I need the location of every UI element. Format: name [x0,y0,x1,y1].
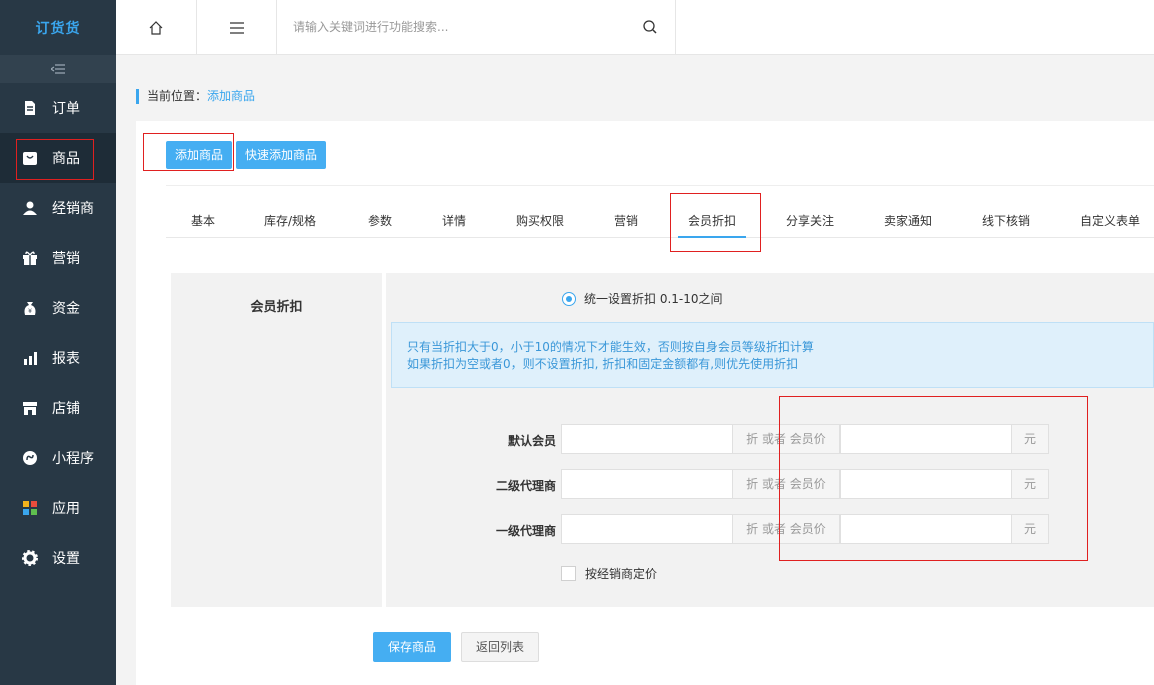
sidebar-item-funds[interactable]: ¥ 资金 [0,283,116,333]
member-price-input[interactable] [840,424,1012,454]
sidebar-item-label: 设置 [52,551,80,567]
dealer-pricing-checkbox[interactable]: 按经销商定价 [561,565,657,582]
sidebar-item-label: 小程序 [52,451,94,467]
breadcrumb-prefix: 当前位置： [147,89,208,103]
sidebar-item-apps[interactable]: 应用 [0,483,116,533]
sidebar-item-label: 店铺 [52,401,80,417]
bar-chart-icon [22,350,38,366]
member-price-input[interactable] [840,469,1012,499]
search-input[interactable] [293,16,633,38]
search-icon[interactable] [643,20,657,37]
checkbox-label: 按经销商定价 [585,567,658,581]
quick-add-goods-button[interactable]: 快速添加商品 [236,141,327,169]
form-label-column: 会员折扣 [171,273,382,607]
sidebar-item-marketing[interactable]: 营销 [0,233,116,283]
discount-or-price-addon: 折 或者 会员价 [733,514,840,544]
save-goods-button[interactable]: 保存商品 [373,632,452,662]
goods-icon [22,150,38,166]
app-logo[interactable]: 订货货 [0,0,116,55]
radio-checked-icon [562,291,576,306]
checkbox-icon [561,566,576,581]
tab-seller-notice[interactable]: 卖家通知 [884,212,932,229]
form-body: 统一设置折扣 0.1-10之间 只有当折扣大于0，小于10的情况下才能生效，否则… [386,273,1154,607]
sidebar-item-label: 经销商 [52,201,94,217]
store-icon [22,400,38,416]
tab-member-discount[interactable]: 会员折扣 [688,212,736,229]
tab-share[interactable]: 分享关注 [786,212,834,229]
unit-addon: 元 [1012,424,1049,454]
user-icon [22,200,38,216]
sidebar-item-reports[interactable]: 报表 [0,333,116,383]
unit-addon: 元 [1012,469,1049,499]
notice-line-2: 如果折扣为空或者0，则不设置折扣, 折扣和固定金额都有,则优先使用折扣 [407,357,799,371]
active-tab-underline [678,236,746,238]
row-label: 默认会员 [507,434,556,448]
sidebar-item-label: 报表 [52,351,80,367]
sidebar-item-label: 应用 [52,501,80,517]
sidebar-item-dealers[interactable]: 经销商 [0,183,116,233]
sidebar-item-label: 订单 [52,101,80,117]
gift-icon [22,250,38,266]
breadcrumb-current[interactable]: 添加商品 [207,89,255,103]
discount-or-price-addon: 折 或者 会员价 [733,424,840,454]
home-icon [149,20,163,35]
discount-or-price-addon: 折 或者 会员价 [733,469,840,499]
main-content: 当前位置：添加商品 添加商品 快速添加商品 基本 库存/规格 参数 详情 购买权… [116,56,1154,685]
gear-icon [22,550,38,566]
breadcrumb: 当前位置：添加商品 [136,89,255,104]
sidebar-item-mini-program[interactable]: 小程序 [0,433,116,483]
sidebar-item-label: 资金 [52,301,80,317]
unit-addon: 元 [1012,514,1049,544]
member-price-input[interactable] [840,514,1012,544]
tab-marketing[interactable]: 营销 [614,212,638,229]
tab-basic[interactable]: 基本 [191,212,215,229]
money-bag-icon: ¥ [22,300,38,316]
tab-custom-form[interactable]: 自定义表单 [1080,212,1140,229]
discount-input[interactable] [561,424,733,454]
row-label: 一级代理商 [495,524,556,538]
add-goods-button[interactable]: 添加商品 [166,141,233,169]
tab-details[interactable]: 详情 [442,212,466,229]
member-row-level1: 一级代理商 折 或者 会员价 元 [386,514,1086,544]
sidebar-item-label: 营销 [52,251,80,267]
unified-discount-radio[interactable]: 统一设置折扣 0.1-10之间 [562,290,723,307]
svg-text:¥: ¥ [28,308,32,315]
collapse-icon[interactable] [0,55,116,83]
member-row-default: 默认会员 折 或者 会员价 元 [386,424,1086,454]
document-icon [22,100,38,116]
sidebar-item-goods[interactable]: 商品 [0,133,116,183]
back-to-list-button[interactable]: 返回列表 [461,632,540,662]
sidebar-item-settings[interactable]: 设置 [0,533,116,583]
tab-bar: 基本 库存/规格 参数 详情 购买权限 营销 会员折扣 分享关注 卖家通知 线下… [166,185,1154,238]
tab-offline-verify[interactable]: 线下核销 [982,212,1030,229]
menu-button[interactable] [197,0,277,55]
hamburger-icon [229,21,244,34]
notice-line-1: 只有当折扣大于0，小于10的情况下才能生效，否则按自身会员等级折扣计算 [407,340,814,354]
radio-label: 统一设置折扣 0.1-10之间 [584,292,723,306]
sidebar-item-orders[interactable]: 订单 [0,83,116,133]
tab-stock[interactable]: 库存/规格 [264,212,316,229]
discount-input[interactable] [561,514,733,544]
tab-purchase-permission[interactable]: 购买权限 [516,212,564,229]
discount-notice: 只有当折扣大于0，小于10的情况下才能生效，否则按自身会员等级折扣计算 如果折扣… [391,322,1154,388]
apps-icon [22,500,38,516]
top-bar [116,0,1154,55]
sidebar-item-store[interactable]: 店铺 [0,383,116,433]
mini-program-icon [22,450,38,466]
search-bar [277,0,676,55]
tab-params[interactable]: 参数 [368,212,392,229]
sidebar: 订货货 订单 商品 经销商 营销 ¥ 资金 报表 店铺 小程序 应用 设置 [0,0,116,685]
sidebar-item-label: 商品 [52,151,80,167]
home-button[interactable] [116,0,197,55]
member-row-level2: 二级代理商 折 或者 会员价 元 [386,469,1086,499]
row-label: 二级代理商 [495,479,556,493]
discount-input[interactable] [561,469,733,499]
section-label: 会员折扣 [250,300,303,315]
goods-panel: 添加商品 快速添加商品 基本 库存/规格 参数 详情 购买权限 营销 会员折扣 … [136,121,1154,685]
